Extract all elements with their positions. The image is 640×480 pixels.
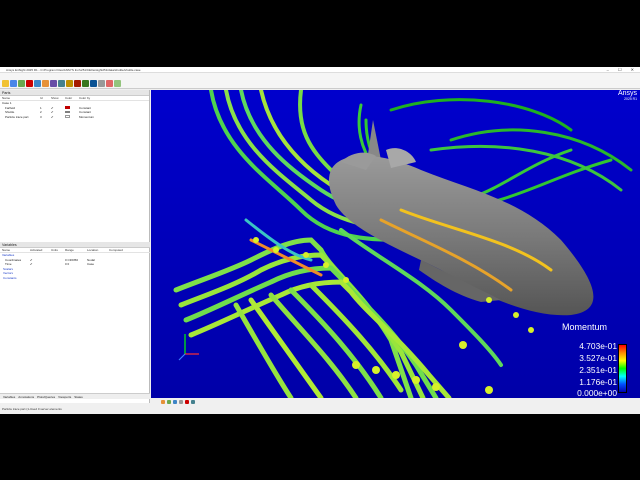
variable-location: Case: [87, 262, 95, 266]
tab-annotations[interactable]: Annotations: [18, 394, 34, 399]
translate-icon[interactable]: [167, 399, 171, 404]
col-name[interactable]: Name: [0, 96, 40, 100]
col-units[interactable]: Units: [51, 248, 65, 252]
open-icon[interactable]: [2, 80, 9, 87]
save-icon[interactable]: [10, 80, 17, 87]
part-show-checkbox[interactable]: ✔: [51, 115, 65, 120]
shuttle-model: [328, 120, 594, 316]
col-show[interactable]: Show: [51, 96, 65, 100]
part-row-particle-trace[interactable]: Particle trace part 3 ✔ Momentum: [0, 115, 149, 120]
col-color[interactable]: Color: [65, 96, 79, 100]
zoom-icon[interactable]: [173, 399, 177, 404]
legend-colorbar[interactable]: [618, 344, 627, 393]
vector-arrows-icon[interactable]: [42, 80, 49, 87]
part-colorby[interactable]: Momentum: [79, 115, 119, 120]
scene-svg: [173, 90, 633, 398]
elevated-surface-icon[interactable]: [58, 80, 65, 87]
tab-states[interactable]: States: [74, 394, 83, 399]
fit-icon[interactable]: [179, 399, 183, 404]
legend-label: 1.176e-01: [579, 377, 617, 387]
plot-icon[interactable]: [106, 80, 113, 87]
legend-label: 0.000e+00: [577, 388, 617, 398]
brand-name: Ansys: [617, 90, 637, 97]
variable-units: [51, 262, 65, 267]
view-icon[interactable]: [191, 399, 195, 404]
legend-title[interactable]: Momentum: [562, 322, 607, 332]
query-icon[interactable]: [98, 80, 105, 87]
developed-surface-icon[interactable]: [82, 80, 89, 87]
variable-name: Constants: [3, 275, 17, 280]
graphics-viewport[interactable]: Ansys 2025 R1 Momentum 4.703e-01 3.527e-…: [151, 90, 640, 398]
tab-viewports[interactable]: Viewports: [58, 394, 71, 399]
legend-label: 2.351e-01: [579, 365, 617, 375]
col-name[interactable]: Name: [0, 248, 30, 252]
clip-icon[interactable]: [18, 80, 25, 87]
toolbar: [0, 79, 640, 89]
col-id[interactable]: Id: [40, 96, 51, 100]
left-panel: Parts Name Id Show Color Color by Case 1…: [0, 90, 150, 403]
extrude-icon[interactable]: [74, 80, 81, 87]
ensight-window: Ansys EnSight 2025 R1 - C:/Program Files…: [0, 67, 640, 414]
part-name: Particle trace part: [5, 114, 29, 119]
rotate-icon[interactable]: [161, 399, 165, 404]
profile-icon[interactable]: [66, 80, 73, 87]
isosurface-icon[interactable]: [26, 80, 33, 87]
annotation-icon[interactable]: [114, 80, 121, 87]
ansys-logo: Ansys 2025 R1: [617, 90, 637, 101]
selection-icon[interactable]: [185, 399, 189, 404]
col-location[interactable]: Location: [87, 248, 109, 252]
col-computed[interactable]: Computed: [109, 248, 139, 252]
legend-label: 4.703e-01: [579, 341, 617, 351]
status-bar: Particle trace part (1-Used 0 server ele…: [0, 405, 640, 414]
col-colorby[interactable]: Color by: [79, 96, 119, 100]
part-id: 3: [40, 114, 42, 119]
particle-trace-icon[interactable]: [50, 80, 57, 87]
axis-triad: [178, 334, 199, 361]
tab-variables[interactable]: Variables: [3, 394, 15, 399]
variable-range: 0 0: [65, 262, 70, 266]
viewport-toolbar: [151, 398, 640, 405]
variable-activated-checkbox[interactable]: ✔: [30, 262, 51, 267]
contour-icon[interactable]: [34, 80, 41, 87]
col-activated[interactable]: Activated: [30, 248, 51, 252]
part-color-swatch[interactable]: [65, 115, 79, 120]
legend-label: 3.527e-01: [579, 353, 617, 363]
brand-version: 2025 R1: [624, 97, 637, 101]
subset-icon[interactable]: [90, 80, 97, 87]
left-panel-tabs: Variables Annotations Plots/Queries View…: [0, 393, 150, 399]
variable-row[interactable]: Constants: [0, 276, 150, 281]
tab-plots-queries[interactable]: Plots/Queries: [37, 394, 55, 399]
variables-panel: Variables Name Activated Units Range Loc…: [0, 242, 150, 280]
col-range[interactable]: Range: [65, 248, 87, 252]
